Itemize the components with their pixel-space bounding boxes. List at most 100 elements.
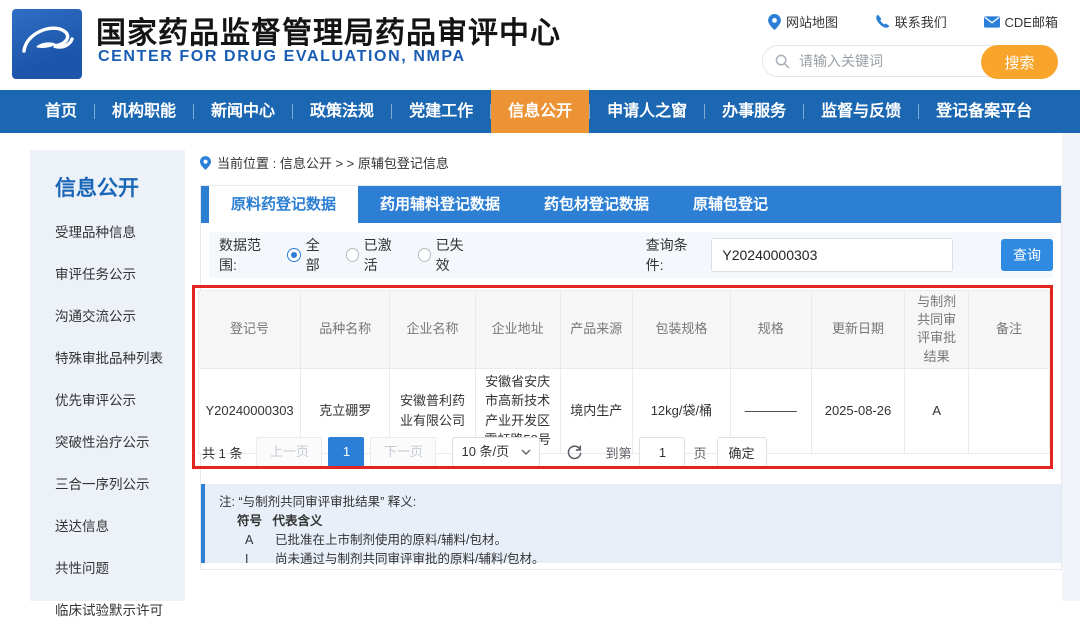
data-scope-label: 数据范围:: [219, 237, 261, 273]
next-page-button[interactable]: 下一页: [370, 437, 437, 467]
location-pin-icon: [768, 13, 781, 30]
page-title: 国家药品监督管理局药品审评中心: [96, 17, 561, 50]
contact-link[interactable]: 联系我们: [875, 12, 947, 31]
filter-row: 数据范围: 全部 已激活 已失效 查询条件: 查询: [209, 232, 1053, 278]
radio-expired[interactable]: 已失效: [417, 235, 474, 275]
tab-bar: 原料药登记数据 药用辅料登记数据 药包材登记数据 原辅包登记: [201, 186, 1061, 223]
legend-notes: 注: “与制剂共同审评审批结果” 释义: 符号 代表含义 A 已批准在上市制剂使…: [201, 484, 1061, 566]
notes-title: 注: “与制剂共同审评审批结果” 释义:: [219, 495, 417, 509]
radio-checked-icon: [286, 248, 301, 262]
radio-activated[interactable]: 已激活: [345, 235, 402, 275]
query-condition-label: 查询条件:: [645, 237, 688, 273]
col-product-source: 产品来源: [559, 290, 633, 369]
col-company-name: 企业名称: [389, 290, 476, 369]
sitemap-label: 网站地图: [786, 15, 839, 30]
radio-all-label: 全部: [305, 237, 320, 273]
sidebar-title: 信息公开: [55, 177, 139, 200]
phone-icon: [875, 14, 890, 28]
goto-page-input[interactable]: [639, 437, 686, 467]
sidebar-item-accepted-varieties[interactable]: 受理品种信息: [30, 212, 185, 254]
cell-joint-review-result: A: [904, 367, 970, 454]
swan-swirl-icon: [22, 26, 74, 53]
radio-activated-label: 已激活: [363, 237, 392, 273]
notes-row-a: A 已批准在上市制剂使用的原料/辅料/包材。: [219, 531, 1061, 550]
notes-meaning-header: 代表含义: [272, 514, 323, 528]
nav-item-applicant-window[interactable]: 申请人之窗: [590, 90, 704, 133]
mailbox-link[interactable]: CDE邮箱: [983, 12, 1058, 31]
nav-item-supervision[interactable]: 监督与反馈: [804, 90, 918, 133]
sidebar-item-common-issues[interactable]: 共性问题: [30, 548, 185, 590]
site-search: 搜索: [762, 45, 1058, 79]
tab-excipient-registration-data[interactable]: 药用辅料登记数据: [358, 186, 522, 223]
sidebar-item-delivery-info[interactable]: 送达信息: [30, 506, 185, 548]
nav-item-services[interactable]: 办事服务: [705, 90, 803, 133]
radio-all[interactable]: 全部: [286, 235, 330, 275]
col-variety-name: 品种名称: [300, 290, 391, 369]
col-registration-no: 登记号: [197, 290, 302, 369]
col-remark: 备注: [968, 290, 1050, 369]
notes-header: 符号 代表含义: [219, 512, 1061, 531]
breadcrumb-label: 当前位置 : 信息公开 > > 原辅包登记信息: [217, 156, 449, 171]
refresh-icon: [568, 444, 582, 459]
col-package-spec: 包装规格: [631, 290, 731, 369]
radio-unchecked-icon: [345, 248, 359, 262]
nav-item-news[interactable]: 新闻中心: [194, 90, 292, 133]
total-count: 共 1 条: [202, 445, 243, 461]
tab-raw-excipient-packaging[interactable]: 原辅包登记: [671, 186, 790, 223]
cell-remark: [968, 367, 1050, 454]
scope-radio-group: 全部 已激活 已失效: [286, 235, 474, 275]
search-button[interactable]: 搜索: [981, 45, 1058, 79]
prev-page-button[interactable]: 上一页: [256, 437, 323, 467]
nav-item-party[interactable]: 党建工作: [392, 90, 490, 133]
site-header: 国家药品监督管理局药品审评中心 CENTER FOR DRUG EVALUATI…: [0, 0, 1080, 90]
cde-logo[interactable]: [12, 9, 82, 79]
radio-unchecked-icon: [417, 248, 431, 262]
search-input[interactable]: [799, 47, 974, 75]
page-gutter: [1062, 133, 1080, 601]
radio-expired-label: 已失效: [435, 237, 464, 273]
sidebar-item-special-approval[interactable]: 特殊审批品种列表: [30, 338, 185, 380]
sidebar-item-breakthrough-therapy[interactable]: 突破性治疗公示: [30, 422, 185, 464]
sidebar-item-three-in-one[interactable]: 三合一序列公示: [30, 464, 185, 506]
page-subtitle: CENTER FOR DRUG EVALUATION, NMPA: [98, 48, 466, 65]
notes-symbol-a: A: [245, 533, 254, 547]
mail-icon: [983, 15, 1000, 28]
notes-meaning-i: 尚未通过与制剂共同审评审批的原料/辅料/包材。: [275, 552, 545, 566]
nav-item-info-disclosure[interactable]: 信息公开: [491, 90, 590, 133]
sidebar: 信息公开 受理品种信息 审评任务公示 沟通交流公示 特殊审批品种列表 优先审评公…: [30, 150, 185, 618]
query-condition-input[interactable]: [711, 238, 953, 272]
col-update-date: 更新日期: [810, 290, 906, 369]
nav-item-home[interactable]: 首页: [28, 90, 94, 133]
tab-packaging-registration-data[interactable]: 药包材登记数据: [522, 186, 671, 223]
location-pin-icon: [200, 155, 211, 170]
goto-page-label: 到第: [605, 445, 632, 461]
mailbox-label: CDE邮箱: [1004, 15, 1058, 30]
nav-item-registration-platform[interactable]: 登记备案平台: [919, 90, 1049, 133]
query-button[interactable]: 查询: [1000, 239, 1053, 271]
page-number-button[interactable]: 1: [328, 437, 365, 467]
col-spec: 规格: [729, 290, 812, 369]
sidebar-item-review-tasks[interactable]: 审评任务公示: [30, 254, 185, 296]
refresh-button[interactable]: [566, 444, 583, 461]
sitemap-link[interactable]: 网站地图: [768, 12, 838, 31]
notes-row-i: I 尚未通过与制剂共同审评审批的原料/辅料/包材。: [219, 550, 1061, 569]
page-size-select[interactable]: 10 条/页: [452, 437, 541, 467]
notes-meaning-a: 已批准在上市制剂使用的原料/辅料/包材。: [275, 533, 507, 547]
top-utility-links: 网站地图 联系我们 CDE邮箱: [768, 12, 1058, 31]
contact-label: 联系我们: [894, 15, 947, 30]
table-header-row: 登记号 品种名称 企业名称 企业地址 产品来源 包装规格 规格 更新日期 与制剂…: [197, 290, 1050, 369]
nav-item-policy[interactable]: 政策法规: [293, 90, 391, 133]
tab-api-registration-data[interactable]: 原料药登记数据: [209, 186, 359, 223]
notes-symbol-header: 符号: [237, 514, 263, 528]
page-size-value: 10 条/页: [461, 444, 510, 459]
search-icon: [775, 54, 790, 69]
pagination: 共 1 条 上一页 1 下一页 10 条/页 到第 页 确定: [202, 437, 767, 467]
nav-item-functions[interactable]: 机构职能: [95, 90, 193, 133]
sidebar-item-clinical-trial-license[interactable]: 临床试验默示许可: [30, 590, 185, 632]
sidebar-item-communication[interactable]: 沟通交流公示: [30, 296, 185, 338]
notes-symbol-i: I: [245, 552, 249, 566]
sidebar-item-priority-review[interactable]: 优先审评公示: [30, 380, 185, 422]
goto-confirm-button[interactable]: 确定: [716, 437, 767, 467]
main-nav: 首页 机构职能 新闻中心 政策法规 党建工作 信息公开 申请人之窗 办事服务 监…: [0, 90, 1080, 133]
chevron-down-icon: [521, 449, 531, 455]
